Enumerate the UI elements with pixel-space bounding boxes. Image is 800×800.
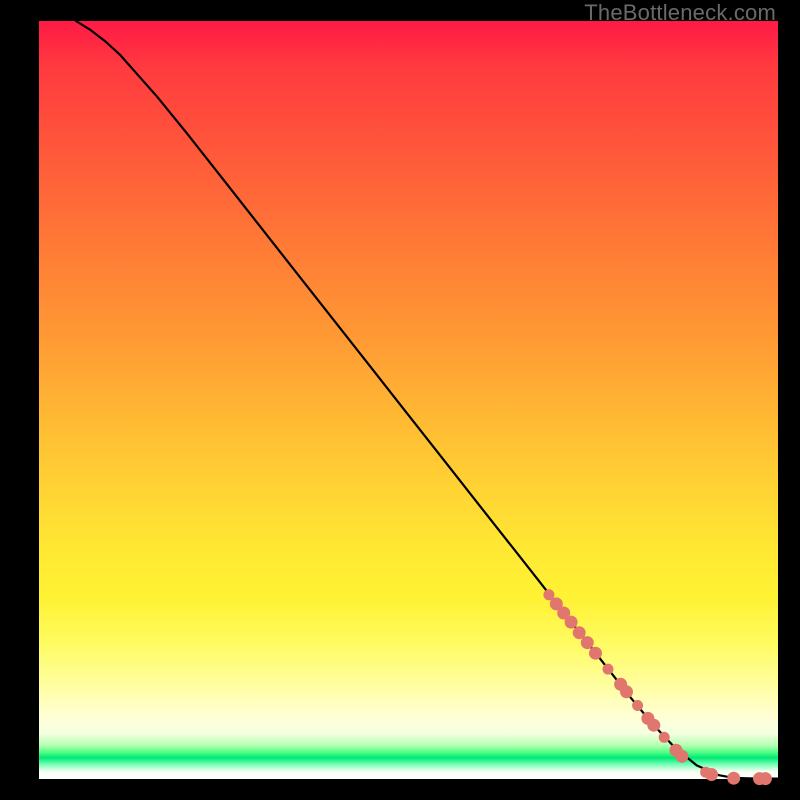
scatter-dot [544, 590, 554, 600]
scatter-dot [759, 773, 771, 785]
scatter-dots [544, 590, 772, 785]
scatter-dot [621, 686, 633, 698]
scatter-dot [659, 732, 669, 742]
plot-area [39, 21, 778, 779]
scatter-dot [581, 637, 593, 649]
scatter-dot [676, 750, 688, 762]
chart-frame: TheBottleneck.com [0, 0, 800, 800]
scatter-dot [633, 701, 643, 711]
scatter-dot [565, 616, 577, 628]
chart-svg [39, 21, 778, 779]
scatter-dot [573, 627, 585, 639]
scatter-dot [648, 719, 660, 731]
scatter-dot [706, 769, 718, 781]
scatter-dot [590, 647, 602, 659]
curve-line [76, 21, 778, 779]
scatter-dot [728, 772, 740, 784]
scatter-dot [603, 664, 613, 674]
